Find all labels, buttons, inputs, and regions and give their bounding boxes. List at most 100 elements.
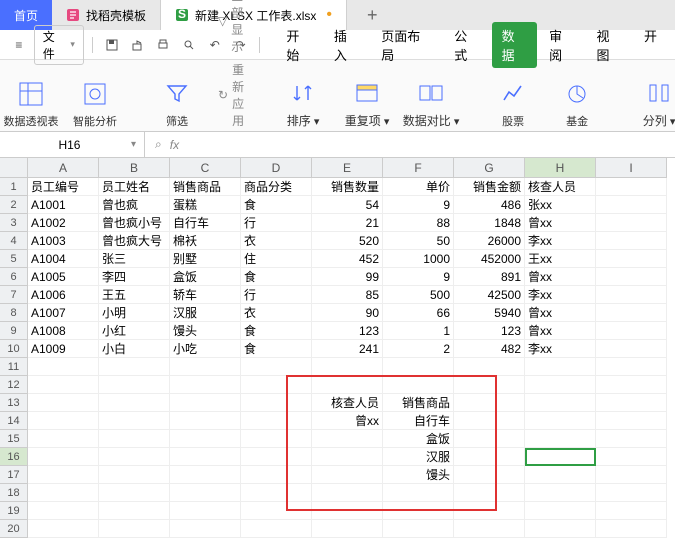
col-header[interactable]: G: [454, 158, 525, 178]
col-header[interactable]: B: [99, 158, 170, 178]
cell[interactable]: A1004: [28, 250, 99, 268]
cell[interactable]: [596, 178, 667, 196]
cell[interactable]: [525, 412, 596, 430]
cell[interactable]: [596, 376, 667, 394]
fx-icon[interactable]: fx: [170, 138, 179, 152]
cell[interactable]: [383, 376, 454, 394]
cell[interactable]: 小明: [99, 304, 170, 322]
cell[interactable]: 90: [312, 304, 383, 322]
cell[interactable]: A1006: [28, 286, 99, 304]
cell[interactable]: 482: [454, 340, 525, 358]
cell[interactable]: 商品分类: [241, 178, 312, 196]
cell[interactable]: 452: [312, 250, 383, 268]
cell[interactable]: [170, 448, 241, 466]
cell[interactable]: [241, 466, 312, 484]
cell[interactable]: [596, 268, 667, 286]
cell[interactable]: 66: [383, 304, 454, 322]
cell-reference-input[interactable]: [8, 138, 131, 152]
cell[interactable]: [99, 466, 170, 484]
cell[interactable]: [99, 394, 170, 412]
cell[interactable]: [596, 394, 667, 412]
cell[interactable]: 1848: [454, 214, 525, 232]
cell[interactable]: [596, 520, 667, 538]
ribbon-pivot[interactable]: 数据透视表: [8, 79, 54, 129]
cell[interactable]: [170, 394, 241, 412]
cell[interactable]: [28, 484, 99, 502]
cell[interactable]: [525, 520, 596, 538]
cell[interactable]: 张xx: [525, 196, 596, 214]
row-header[interactable]: 3: [0, 214, 28, 232]
ribbon-filter[interactable]: 筛选: [154, 79, 200, 129]
cell[interactable]: 曾xx: [525, 214, 596, 232]
cell[interactable]: [99, 412, 170, 430]
ribbon-dup[interactable]: 重复项 ▾: [344, 78, 390, 129]
menu-insert[interactable]: 插入: [324, 22, 369, 68]
cell[interactable]: 李四: [99, 268, 170, 286]
cell[interactable]: 1: [383, 322, 454, 340]
cell[interactable]: [525, 430, 596, 448]
cell[interactable]: A1003: [28, 232, 99, 250]
row-header[interactable]: 14: [0, 412, 28, 430]
cell[interactable]: 123: [312, 322, 383, 340]
cell[interactable]: 李xx: [525, 286, 596, 304]
cell[interactable]: [99, 448, 170, 466]
cell[interactable]: [241, 358, 312, 376]
cell[interactable]: [312, 520, 383, 538]
cell[interactable]: [170, 502, 241, 520]
chevron-down-icon[interactable]: ▾: [131, 139, 136, 150]
row-header[interactable]: 16: [0, 448, 28, 466]
cell[interactable]: [99, 484, 170, 502]
select-all-corner[interactable]: [0, 158, 28, 178]
menu-dev[interactable]: 开: [634, 22, 667, 68]
cell[interactable]: [454, 394, 525, 412]
file-menu[interactable]: 文件▾: [34, 25, 84, 65]
ribbon-smart[interactable]: 智能分析: [72, 79, 118, 129]
cell[interactable]: [383, 502, 454, 520]
cell[interactable]: 曾xx: [525, 304, 596, 322]
row-header[interactable]: 19: [0, 502, 28, 520]
cell[interactable]: 曾也疯大号: [99, 232, 170, 250]
col-header[interactable]: C: [170, 158, 241, 178]
cell[interactable]: 小红: [99, 322, 170, 340]
cell[interactable]: 曾也疯: [99, 196, 170, 214]
preview-icon[interactable]: [178, 34, 200, 56]
cell[interactable]: 486: [454, 196, 525, 214]
name-box[interactable]: ▾: [0, 132, 145, 157]
cell[interactable]: 5940: [454, 304, 525, 322]
cell[interactable]: [525, 448, 596, 466]
cell[interactable]: 棉袄: [170, 232, 241, 250]
col-header[interactable]: A: [28, 158, 99, 178]
cell[interactable]: [596, 448, 667, 466]
cell[interactable]: [525, 358, 596, 376]
cell[interactable]: [241, 376, 312, 394]
cell[interactable]: 轿车: [170, 286, 241, 304]
cell[interactable]: 500: [383, 286, 454, 304]
cell[interactable]: 123: [454, 322, 525, 340]
menu-pagelayout[interactable]: 页面布局: [371, 22, 442, 68]
menu-start[interactable]: 开始: [276, 22, 321, 68]
cell[interactable]: [99, 376, 170, 394]
cell[interactable]: 蛋糕: [170, 196, 241, 214]
cell[interactable]: 馒头: [383, 466, 454, 484]
cell[interactable]: 单价: [383, 178, 454, 196]
cell[interactable]: 馒头: [170, 322, 241, 340]
cell[interactable]: [312, 358, 383, 376]
cell[interactable]: 9: [383, 268, 454, 286]
cell[interactable]: [241, 430, 312, 448]
cell[interactable]: 销售金额: [454, 178, 525, 196]
cell[interactable]: [170, 376, 241, 394]
cell[interactable]: 21: [312, 214, 383, 232]
cell[interactable]: [28, 394, 99, 412]
cell[interactable]: 核查人员: [312, 394, 383, 412]
cell[interactable]: 销售商品: [383, 394, 454, 412]
cell[interactable]: A1008: [28, 322, 99, 340]
cell[interactable]: 85: [312, 286, 383, 304]
cell[interactable]: 小白: [99, 340, 170, 358]
share-icon[interactable]: [127, 34, 149, 56]
row-header[interactable]: 6: [0, 268, 28, 286]
menu-view[interactable]: 视图: [587, 22, 632, 68]
cell[interactable]: 盒饭: [383, 430, 454, 448]
cell[interactable]: [596, 286, 667, 304]
cell[interactable]: 员工编号: [28, 178, 99, 196]
cell[interactable]: [28, 358, 99, 376]
